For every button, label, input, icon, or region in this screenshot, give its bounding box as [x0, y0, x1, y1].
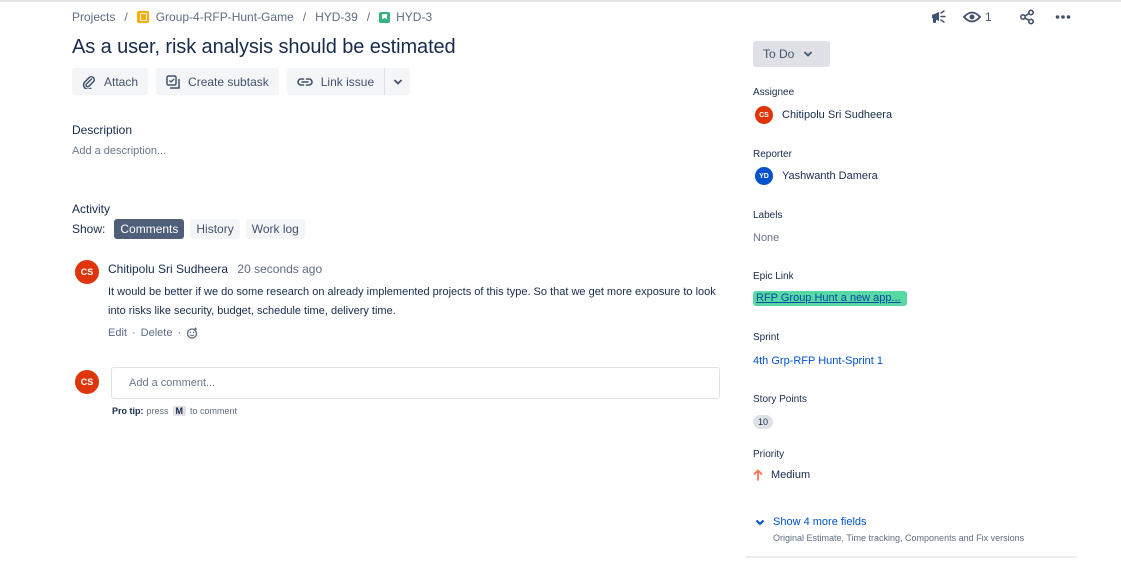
reporter-label: Reporter — [753, 149, 792, 160]
separator-dot: · — [177, 327, 182, 339]
reporter-value[interactable]: Yashwanth Damera — [782, 170, 878, 182]
sprint-label: Sprint — [753, 332, 780, 343]
delete-comment-button[interactable]: Delete — [141, 327, 173, 339]
feedback-button[interactable] — [925, 6, 953, 28]
breadcrumb-parent-issue[interactable]: HYD-39 — [315, 10, 358, 24]
link-issue-label: Link issue — [320, 74, 375, 89]
sprint-value[interactable]: 4th Grp-RFP Hunt-Sprint 1 — [753, 355, 883, 367]
link-issue-split-button: Link issue — [286, 68, 411, 95]
attach-button[interactable]: Attach — [72, 68, 149, 95]
pro-tip-suffix: to comment — [190, 406, 238, 416]
epic-link-value[interactable]: RFP Group Hunt a new app... — [753, 291, 907, 306]
assignee-label: Assignee — [753, 87, 795, 98]
description-label: Description — [72, 123, 133, 137]
breadcrumb-separator: / — [302, 10, 307, 24]
story-icon — [379, 11, 391, 23]
watch-button[interactable]: 1 — [963, 10, 1003, 24]
breadcrumb: Projects / Group-4-RFP-Hunt-Game / HYD-3… — [72, 10, 432, 24]
project-icon — [136, 11, 149, 23]
subtask-icon — [166, 74, 180, 89]
breadcrumb-separator: / — [366, 10, 371, 24]
tab-work-log[interactable]: Work log — [245, 219, 305, 239]
paperclip-icon — [82, 75, 95, 89]
link-icon — [297, 77, 313, 86]
pro-tip: Pro tip: press M to comment — [112, 406, 237, 416]
issue-toolbar: Attach Create subtask Link issue — [72, 68, 411, 95]
story-points-label: Story Points — [753, 394, 807, 405]
comment-header: Chitipolu Sri Sudheera 20 seconds ago — [108, 262, 322, 276]
avatar: YD — [754, 166, 774, 186]
watch-count: 1 — [985, 10, 992, 24]
status-dropdown[interactable]: To Do — [753, 41, 830, 67]
epic-link-label: Epic Link — [753, 271, 794, 282]
priority-medium-icon — [753, 469, 763, 481]
labels-label: Labels — [753, 210, 783, 221]
show-more-fields-button[interactable]: Show 4 more fields — [755, 516, 867, 528]
chevron-down-icon — [755, 519, 765, 525]
keyboard-key: M — [172, 406, 187, 416]
breadcrumb-project[interactable]: Group-4-RFP-Hunt-Game — [156, 10, 294, 24]
story-points-value[interactable]: 10 — [753, 415, 773, 429]
comment-actions: Edit · Delete · — [108, 327, 198, 339]
share-button[interactable] — [1013, 6, 1041, 28]
status-label: To Do — [763, 47, 795, 61]
breadcrumb-projects[interactable]: Projects — [72, 10, 115, 24]
more-actions-button[interactable] — [1049, 6, 1077, 28]
top-border — [0, 0, 1121, 2]
pro-tip-label: Pro tip: — [112, 406, 144, 416]
issue-title[interactable]: As a user, risk analysis should be estim… — [72, 36, 456, 59]
separator-dot: · — [131, 327, 136, 339]
add-reaction-icon[interactable] — [186, 327, 198, 339]
comment-timestamp[interactable]: 20 seconds ago — [237, 262, 322, 276]
comment-author[interactable]: Chitipolu Sri Sudheera — [108, 262, 228, 276]
add-comment-input[interactable]: Add a comment... — [111, 367, 720, 399]
activity-label: Activity — [72, 202, 111, 216]
assignee-value[interactable]: Chitipolu Sri Sudheera — [782, 109, 892, 121]
show-more-label: Show 4 more fields — [773, 516, 867, 528]
megaphone-icon — [932, 10, 946, 23]
avatar: CS — [74, 369, 100, 395]
eye-icon — [963, 11, 981, 23]
divider — [746, 556, 1077, 558]
avatar[interactable]: CS — [74, 259, 100, 285]
avatar: CS — [754, 105, 774, 125]
activity-filter: Show: Comments History Work log — [72, 219, 311, 239]
more-icon — [1055, 15, 1071, 19]
share-icon — [1019, 9, 1035, 25]
link-issue-dropdown[interactable] — [384, 68, 411, 95]
create-subtask-button[interactable]: Create subtask — [156, 68, 279, 95]
link-issue-button[interactable]: Link issue — [286, 68, 385, 95]
create-subtask-label: Create subtask — [188, 74, 269, 89]
chevron-down-icon — [393, 78, 402, 85]
pro-tip-press: press — [146, 406, 169, 416]
breadcrumb-separator: / — [124, 10, 128, 24]
comment-body: It would be better if we do some researc… — [108, 286, 716, 317]
priority-value: Medium — [771, 469, 811, 481]
attach-label: Attach — [104, 74, 139, 89]
priority-field[interactable]: Medium — [753, 469, 810, 481]
show-more-fields-list: Original Estimate, Time tracking, Compon… — [773, 533, 1025, 543]
breadcrumb-issue[interactable]: HYD-3 — [396, 10, 432, 24]
tab-history[interactable]: History — [190, 219, 240, 239]
issue-header-actions: 1 — [925, 6, 1077, 28]
chevron-down-icon — [804, 51, 813, 57]
edit-comment-button[interactable]: Edit — [108, 327, 127, 339]
tab-comments[interactable]: Comments — [114, 219, 185, 239]
labels-value[interactable]: None — [753, 232, 779, 244]
description-field[interactable]: Add a description... — [72, 145, 166, 157]
show-label: Show: — [72, 222, 106, 236]
priority-label: Priority — [753, 449, 785, 460]
